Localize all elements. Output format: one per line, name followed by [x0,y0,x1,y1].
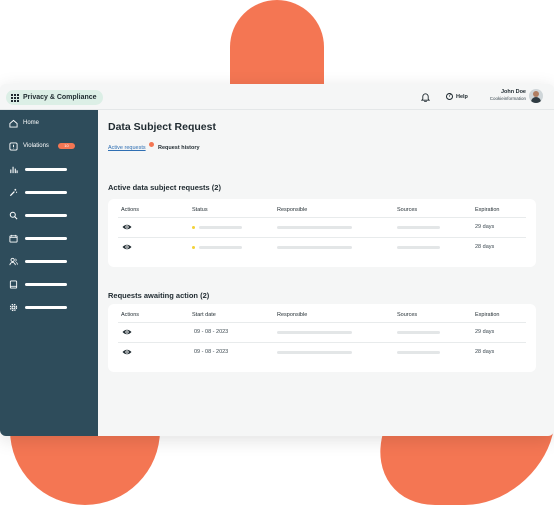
active-requests-table: Actions Status Responsible Sources Expir… [108,199,536,267]
sources-placeholder [397,351,440,354]
sources-placeholder [397,331,440,334]
sidebar-item-placeholder [25,213,67,217]
avatar[interactable] [529,89,543,103]
status-dot [192,246,195,249]
status-dot [192,226,195,229]
wand-icon [9,188,18,196]
sidebar-item-violations[interactable]: Violations 10 [0,139,98,153]
sidebar-item-6[interactable] [0,231,98,245]
sidebar: Home Violations 10 [0,110,98,436]
warning-icon [9,141,18,151]
sources-placeholder [397,226,440,229]
status-placeholder [199,246,242,249]
column-header: Expiration [475,312,500,318]
table-row[interactable]: 28 days [118,237,526,257]
sidebar-item-8[interactable] [0,277,98,291]
sidebar-item-3[interactable] [0,162,98,176]
column-header: Sources [397,207,418,213]
app-switcher[interactable]: Privacy & Compliance [6,90,103,105]
violations-count-badge: 10 [58,143,75,149]
home-icon [9,119,18,128]
sidebar-item-label: Violations [23,143,49,149]
help-icon: ? [446,93,453,100]
awaiting-requests-title: Requests awaiting action (2) [108,291,210,300]
sidebar-item-placeholder [25,282,67,286]
search-icon [9,211,18,219]
table-row[interactable]: 09 - 08 - 2023 29 days [118,322,526,342]
app-title: Privacy & Compliance [23,94,97,101]
column-header: Responsible [277,312,308,318]
start-date-cell: 09 - 08 - 2023 [194,329,229,335]
help-label: Help [456,93,468,100]
column-header: Responsible [277,207,308,213]
active-requests-title: Active data subject requests (2) [108,183,221,192]
sources-placeholder [397,246,440,249]
main-content: Data Subject Request Active requests Req… [98,110,554,436]
sidebar-item-home[interactable]: Home [0,116,98,130]
sidebar-item-placeholder [25,167,67,171]
column-header: Actions [121,312,140,318]
responsible-placeholder [277,331,352,334]
expiration-cell: 29 days [475,224,495,230]
sidebar-item-placeholder [25,305,67,309]
sidebar-item-placeholder [25,190,67,194]
sidebar-item-4[interactable] [0,185,98,199]
column-header: Actions [121,207,140,213]
responsible-placeholder [277,246,352,249]
top-bar: Privacy & Compliance ? Help John Doe Coo… [0,84,554,110]
sidebar-item-placeholder [25,236,67,240]
page-title: Data Subject Request [108,121,216,133]
column-header: Start date [192,312,216,318]
expiration-cell: 29 days [475,329,495,335]
gear-icon [9,303,18,311]
expiration-cell: 28 days [475,244,495,250]
column-header: Expiration [475,207,500,213]
user-info[interactable]: John Doe Cookieinformation [470,89,526,101]
table-row[interactable]: 09 - 08 - 2023 28 days [118,342,526,362]
book-icon [9,279,18,289]
status-placeholder [199,226,242,229]
calendar-icon [9,234,18,243]
responsible-placeholder [277,226,352,229]
app-window: Privacy & Compliance ? Help John Doe Coo… [0,84,554,436]
table-row[interactable]: 29 days [118,217,526,237]
notification-dot [149,142,154,147]
eye-icon[interactable] [122,348,132,356]
start-date-cell: 09 - 08 - 2023 [194,349,229,355]
column-header: Status [192,207,208,213]
bar-chart-icon [10,166,18,173]
sidebar-item-settings[interactable] [0,300,98,314]
sidebar-item-placeholder [25,259,67,263]
eye-icon[interactable] [122,328,132,336]
column-header: Sources [397,312,418,318]
tab-active-requests[interactable]: Active requests [108,145,146,151]
expiration-cell: 28 days [475,349,495,355]
sidebar-item-label: Home [23,120,40,126]
sidebar-item-5[interactable] [0,208,98,222]
responsible-placeholder [277,351,352,354]
awaiting-requests-table: Actions Start date Responsible Sources E… [108,304,536,372]
users-icon [9,257,18,265]
eye-icon[interactable] [122,243,132,251]
eye-icon[interactable] [122,223,132,231]
sidebar-item-7[interactable] [0,254,98,268]
user-name: John Doe [500,89,526,95]
tab-request-history[interactable]: Request history [158,145,200,151]
user-organization: Cookieinformation [489,96,526,101]
help-button[interactable]: ? Help [446,93,468,100]
bell-icon[interactable] [421,92,430,102]
grid-icon [11,93,19,102]
